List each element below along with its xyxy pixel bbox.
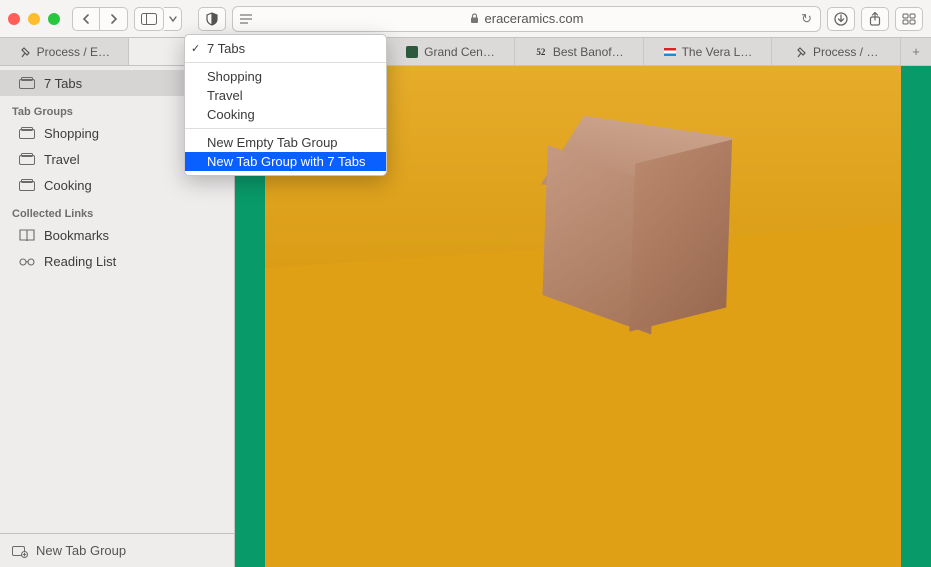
tab-label: Grand Cen… <box>424 45 495 59</box>
menu-item-7-tabs[interactable]: ✓ 7 Tabs <box>185 39 386 58</box>
menu-separator <box>185 128 386 129</box>
tab-favicon: 52 <box>534 45 548 59</box>
menu-item-shopping[interactable]: Shopping <box>185 67 386 86</box>
tab-favicon <box>18 45 32 59</box>
tab-label: The Vera L… <box>682 45 753 59</box>
tab-label: Process / … <box>813 45 878 59</box>
tab-group-icon <box>18 150 36 168</box>
tab-4[interactable]: 52 Best Banof… <box>515 38 644 65</box>
check-icon: ✓ <box>191 42 200 55</box>
tab-3[interactable]: Grand Cen… <box>386 38 515 65</box>
privacy-report-button[interactable] <box>198 7 226 31</box>
tab-5[interactable]: The Vera L… <box>644 38 773 65</box>
menu-item-label: New Tab Group with 7 Tabs <box>207 154 366 169</box>
window-controls <box>8 13 60 25</box>
add-tab-group-icon <box>12 544 28 558</box>
tab-0[interactable]: Process / E… <box>0 38 129 65</box>
tab-favicon <box>794 45 808 59</box>
share-button[interactable] <box>861 7 889 31</box>
menu-separator <box>185 62 386 63</box>
sidebar-group-label: Cooking <box>44 178 92 193</box>
menu-item-label: New Empty Tab Group <box>207 135 338 150</box>
content-image-sculpture <box>542 123 729 329</box>
nav-back-forward <box>72 7 128 31</box>
forward-button[interactable] <box>100 7 128 31</box>
tab-label: Best Banof… <box>553 45 624 59</box>
back-button[interactable] <box>72 7 100 31</box>
sidebar-links-header: Collected Links <box>0 198 234 222</box>
glasses-icon <box>18 252 36 270</box>
menu-item-cooking[interactable]: Cooking <box>185 105 386 124</box>
menu-item-travel[interactable]: Travel <box>185 86 386 105</box>
sidebar-group-label: Shopping <box>44 126 99 141</box>
menu-item-new-tab-group-with-7-tabs[interactable]: New Tab Group with 7 Tabs <box>185 152 386 171</box>
address-text: eraceramics.com <box>485 11 584 26</box>
tab-groups-menu: ✓ 7 Tabs Shopping Travel Cooking New Empty Ta… <box>184 34 387 176</box>
menu-item-label: Travel <box>207 88 243 103</box>
menu-item-label: Shopping <box>207 69 262 84</box>
zoom-window[interactable] <box>48 13 60 25</box>
new-tab-group-button[interactable]: New Tab Group <box>0 533 234 567</box>
tab-favicon <box>405 45 419 59</box>
tab-bar: Process / E… Grand Cen… 52 Best Banof… The V… <box>0 38 931 66</box>
sidebar-group-label: Travel <box>44 152 80 167</box>
reload-button[interactable]: ↻ <box>801 11 812 27</box>
tab-overview-button[interactable] <box>895 7 923 31</box>
tab-label: Process / E… <box>37 45 110 59</box>
book-icon <box>18 226 36 244</box>
sidebar-link-bookmarks[interactable]: Bookmarks <box>0 222 234 248</box>
minimize-window[interactable] <box>28 13 40 25</box>
tab-group-icon <box>18 124 36 142</box>
sidebar-link-reading-list[interactable]: Reading List <box>0 248 234 274</box>
tabs-overview-icon <box>18 74 36 92</box>
tab-group-icon <box>18 176 36 194</box>
new-tab-group-label: New Tab Group <box>36 543 126 558</box>
menu-item-label: Cooking <box>207 107 255 122</box>
menu-item-label: 7 Tabs <box>207 41 245 56</box>
reader-settings-icon[interactable] <box>239 14 253 24</box>
close-window[interactable] <box>8 13 20 25</box>
sidebar-toggle-button[interactable] <box>134 7 164 31</box>
address-bar[interactable]: eraceramics.com ↻ <box>232 6 821 32</box>
sidebar-link-label: Bookmarks <box>44 228 109 243</box>
downloads-button[interactable] <box>827 7 855 31</box>
sidebar-current-label: 7 Tabs <box>44 76 82 91</box>
tab-groups-menu-button[interactable] <box>164 7 182 31</box>
lock-icon <box>470 13 479 24</box>
tab-6[interactable]: Process / … <box>772 38 901 65</box>
new-tab-button[interactable]: + <box>901 38 931 65</box>
body: 7 Tabs Tab Groups ShoppingTravelCooking … <box>0 66 931 567</box>
tab-favicon <box>663 45 677 59</box>
toolbar: eraceramics.com ↻ <box>0 0 931 38</box>
sidebar-link-label: Reading List <box>44 254 116 269</box>
menu-item-new-empty-tab-group[interactable]: New Empty Tab Group <box>185 133 386 152</box>
